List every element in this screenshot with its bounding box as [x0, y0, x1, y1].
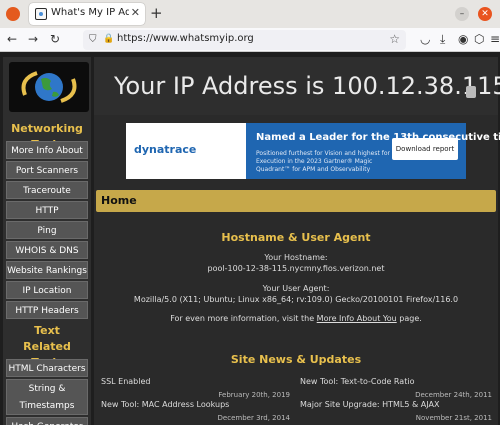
main-panel: Your IP Address is 100.12.38.115 dynatra…	[94, 57, 500, 425]
sidebar-item-html-characters[interactable]: HTML Characters	[6, 359, 88, 377]
ad-banner[interactable]: dynatrace Named a Leader for the 13th co…	[126, 123, 500, 179]
page-content: Networking Tools More Info About You Por…	[0, 53, 500, 425]
news-item-title[interactable]: Major Site Upgrade: HTML5 & AJAX	[300, 400, 439, 409]
back-icon[interactable]: ←	[7, 32, 17, 46]
hostname-section-title: Hostname & User Agent	[221, 231, 371, 244]
sidebar: Networking Tools More Info About You Por…	[3, 57, 91, 425]
news-item-date: November 21st, 2011	[415, 414, 492, 422]
hostname-label: Your Hostname:	[264, 253, 328, 262]
new-tab-button[interactable]: +	[150, 4, 163, 22]
minimize-button[interactable]: –	[455, 7, 469, 21]
url-text[interactable]: https://www.whatsmyip.org	[117, 33, 254, 44]
ip-header: Your IP Address is 100.12.38.115	[94, 57, 500, 115]
sidebar-item-string-timestamps[interactable]: String & Timestamps	[6, 379, 88, 415]
sidebar-item-ip-location[interactable]: IP Location	[6, 281, 88, 299]
close-tab-icon[interactable]: ✕	[131, 6, 140, 19]
downloads-icon[interactable]: ⤓	[440, 32, 445, 47]
bookmark-star-icon[interactable]: ☆	[389, 32, 400, 46]
shield-icon[interactable]: ⛉	[89, 34, 97, 45]
sidebar-item-hash-generator[interactable]: Hash Generator	[6, 417, 88, 425]
address-bar[interactable]: ⛉ 🔒 https://www.whatsmyip.org ☆	[83, 30, 406, 50]
favicon-icon	[35, 8, 47, 20]
account-icon[interactable]: ◉	[458, 32, 468, 46]
sidebar-item-http-compression[interactable]: HTTP Compression	[6, 201, 88, 234]
sidebar-item-whois-dns[interactable]: WHOIS & DNS	[6, 241, 88, 259]
sidebar-item-http-headers[interactable]: HTTP Headers	[6, 301, 88, 319]
breadcrumb-home[interactable]: Home	[101, 194, 137, 207]
sidebar-item-ping[interactable]: Ping	[6, 221, 88, 239]
browser-tab[interactable]: What's My IP Address? Ne ✕	[29, 3, 145, 25]
more-info-prefix: For even more information, visit the	[170, 314, 315, 323]
sidebar-item-traceroute[interactable]: Traceroute	[6, 181, 88, 199]
user-agent-label: Your User Agent:	[262, 284, 330, 293]
breadcrumb: Home	[96, 190, 496, 212]
user-agent-value: Mozilla/5.0 (X11; Ubuntu; Linux x86_64; …	[133, 295, 459, 304]
reload-icon[interactable]: ↻	[50, 32, 60, 46]
extensions-icon[interactable]: ⬡	[474, 32, 484, 46]
firefox-view-icon[interactable]	[6, 7, 20, 21]
tab-title: What's My IP Address? Ne	[51, 7, 129, 18]
news-item-date: December 24th, 2011	[415, 391, 492, 399]
news-item-date: February 20th, 2019	[218, 391, 290, 399]
copy-icon[interactable]	[466, 86, 476, 98]
ad-logo-panel: dynatrace	[126, 123, 246, 179]
sidebar-item-port-scanners[interactable]: Port Scanners	[6, 161, 88, 179]
forward-icon[interactable]: →	[28, 32, 38, 46]
globe-icon	[21, 71, 77, 103]
close-window-button[interactable]: ✕	[478, 7, 492, 21]
news-section-title: Site News & Updates	[230, 353, 362, 366]
news-item-title[interactable]: New Tool: MAC Address Lookups	[101, 400, 229, 409]
ad-headline: Named a Leader for the 13th consecutive …	[256, 132, 500, 143]
ad-subtext: Positioned furthest for Vision and highe…	[256, 150, 390, 173]
navigation-bar: ← → ↻ ⛉ 🔒 https://www.whatsmyip.org ☆ ◡ …	[0, 28, 500, 52]
hostname-value: pool-100-12-38-115.nycmny.fios.verizon.n…	[207, 264, 385, 273]
download-report-button[interactable]: Download report	[392, 138, 458, 160]
news-item-title[interactable]: SSL Enabled	[101, 377, 150, 386]
menu-icon[interactable]: ≡	[490, 32, 500, 46]
more-info-link[interactable]: More Info About You	[317, 314, 397, 323]
more-info-suffix: page.	[399, 314, 422, 323]
tab-bar: What's My IP Address? Ne ✕ + – ✕	[0, 0, 500, 28]
news-item-title[interactable]: New Tool: Text-to-Code Ratio	[300, 377, 414, 386]
lock-icon[interactable]: 🔒	[103, 34, 114, 44]
site-logo[interactable]	[9, 62, 89, 112]
pocket-icon[interactable]: ◡	[420, 32, 430, 46]
page-title: Your IP Address is 100.12.38.115	[114, 72, 500, 100]
news-item-date: December 3rd, 2014	[217, 414, 290, 422]
sidebar-item-website-rankings[interactable]: Website Rankings	[6, 261, 88, 279]
dynatrace-logo: dynatrace	[134, 143, 197, 156]
sidebar-item-more-info[interactable]: More Info About You	[6, 141, 88, 174]
more-info-text: For even more information, visit the Mor…	[94, 313, 498, 324]
